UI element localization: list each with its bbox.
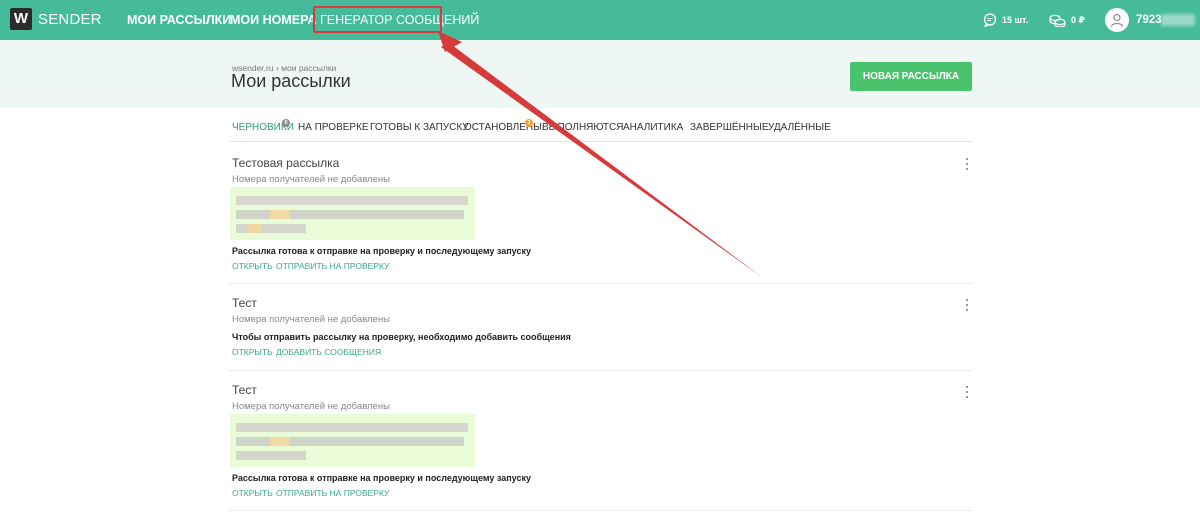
page-title: Мои рассылки [231,71,351,91]
item-divider [229,510,973,511]
logo[interactable]: W SENDER [10,8,102,30]
tab-stopped-badge: 1 [525,119,533,127]
annotation-highlight-box [313,6,442,33]
nav-my-mailings[interactable]: Мои рассылки [127,0,231,40]
mailing-status: Чтобы отправить рассылку на проверку, не… [232,332,571,342]
messages-count: 15 шт. [1002,15,1029,25]
send-for-review-link[interactable]: Отправить на проверку [276,261,389,271]
kebab-menu-icon[interactable] [962,385,972,399]
balance-amount: 0 ₽ [1071,14,1085,25]
add-messages-link[interactable]: Добавить сообщения [276,347,381,357]
balance-counter[interactable]: 0 ₽ [1049,0,1085,40]
mailing-title[interactable]: Тестовая рассылка [232,156,339,170]
tab-drafts-badge: 5 [282,119,290,127]
user-number[interactable]: 7923 [1136,0,1162,40]
kebab-menu-icon[interactable] [962,157,972,171]
mailing-recipients: Номера получателей не добавлены [232,174,390,185]
mailing-status: Рассылка готова к отправке на проверку и… [232,246,531,256]
tab-analytics[interactable]: Аналитика [623,120,683,136]
message-preview-redacted [230,414,475,467]
top-bar: W SENDER Мои рассылки Мои номера Генерат… [0,0,1200,40]
mailing-recipients: Номера получателей не добавлены [232,314,390,325]
tab-ready-to-launch[interactable]: Готовы к запуску [370,120,469,136]
item-divider [229,370,973,371]
logo-icon: W [10,8,32,30]
mailing-status: Рассылка готова к отправке на проверку и… [232,473,531,483]
mailing-recipients: Номера получателей не добавлены [232,401,390,412]
send-for-review-link[interactable]: Отправить на проверку [276,488,389,498]
page-header [0,40,1200,108]
coins-icon [1049,14,1066,27]
user-avatar[interactable] [1105,8,1129,32]
new-mailing-button[interactable]: Новая рассылка [850,62,972,91]
user-number-redacted [1161,14,1195,26]
mailing-title[interactable]: Тест [232,296,257,310]
tab-on-review[interactable]: На проверке [298,120,369,136]
message-preview-redacted [230,187,475,240]
tab-deleted[interactable]: Удалённые [768,120,831,136]
user-icon [1110,13,1124,27]
open-link[interactable]: Открыть [232,261,273,271]
open-link[interactable]: Открыть [232,347,273,357]
logo-text: SENDER [38,10,102,28]
nav-my-numbers[interactable]: Мои номера [230,0,316,40]
mailing-title[interactable]: Тест [232,383,257,397]
item-divider [229,283,973,284]
tab-completed[interactable]: Завершённые [690,120,769,136]
messages-counter[interactable]: 15 шт. [983,0,1028,40]
tab-running[interactable]: Выполняются [542,120,623,136]
open-link[interactable]: Открыть [232,488,273,498]
tabs-divider [229,141,973,142]
chat-bubble-icon [983,13,997,27]
kebab-menu-icon[interactable] [962,298,972,312]
